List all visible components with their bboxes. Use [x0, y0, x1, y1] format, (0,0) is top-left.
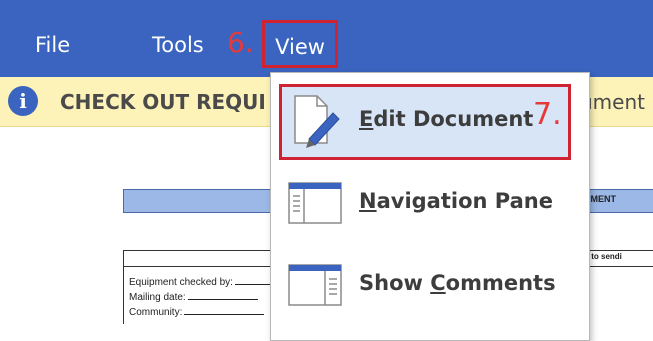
menu-item-label: Navigation Pane: [359, 189, 553, 213]
menu-item-label: Show Comments: [359, 271, 556, 295]
menu-tools[interactable]: Tools: [152, 27, 204, 63]
label-rest: omments: [445, 271, 556, 295]
info-icon: i: [8, 86, 38, 116]
edit-document-icon: [287, 93, 343, 149]
mnemonic: E: [359, 107, 374, 131]
document-field-mailing-date: Mailing date:: [129, 290, 258, 303]
mnemonic: N: [359, 189, 377, 213]
view-menu-dropdown: Edit Document 7. Navigation Pane Show Co…: [270, 72, 590, 341]
menu-file[interactable]: File: [35, 27, 70, 63]
step-annotation-7: 7.: [533, 97, 562, 132]
label-rest: avigation Pane: [376, 189, 553, 213]
field-label: Community:: [129, 307, 183, 318]
document-field-equipment: Equipment checked by:: [129, 275, 275, 288]
label-rest: dit Document: [373, 107, 534, 131]
step-annotation-6: 6.: [227, 26, 254, 59]
field-label: Equipment checked by:: [129, 277, 233, 288]
comments-pane-icon: [287, 257, 343, 313]
menu-bar: File Tools 6. View: [0, 0, 653, 77]
menu-item-show-comments[interactable]: Show Comments: [271, 245, 589, 325]
label-pre: Show: [359, 271, 431, 295]
menu-view[interactable]: View: [262, 20, 338, 68]
menu-item-navigation-pane[interactable]: Navigation Pane: [271, 163, 589, 243]
field-label: Mailing date:: [129, 292, 186, 303]
menu-item-edit-document[interactable]: Edit Document 7.: [271, 81, 589, 161]
navigation-pane-icon: [287, 175, 343, 231]
document-border: [123, 250, 124, 324]
document-field-community: Community:: [129, 305, 265, 318]
info-banner-text: CHECK OUT REQUI: [60, 90, 266, 114]
mnemonic: C: [430, 271, 446, 295]
menu-item-label: Edit Document: [359, 107, 533, 131]
